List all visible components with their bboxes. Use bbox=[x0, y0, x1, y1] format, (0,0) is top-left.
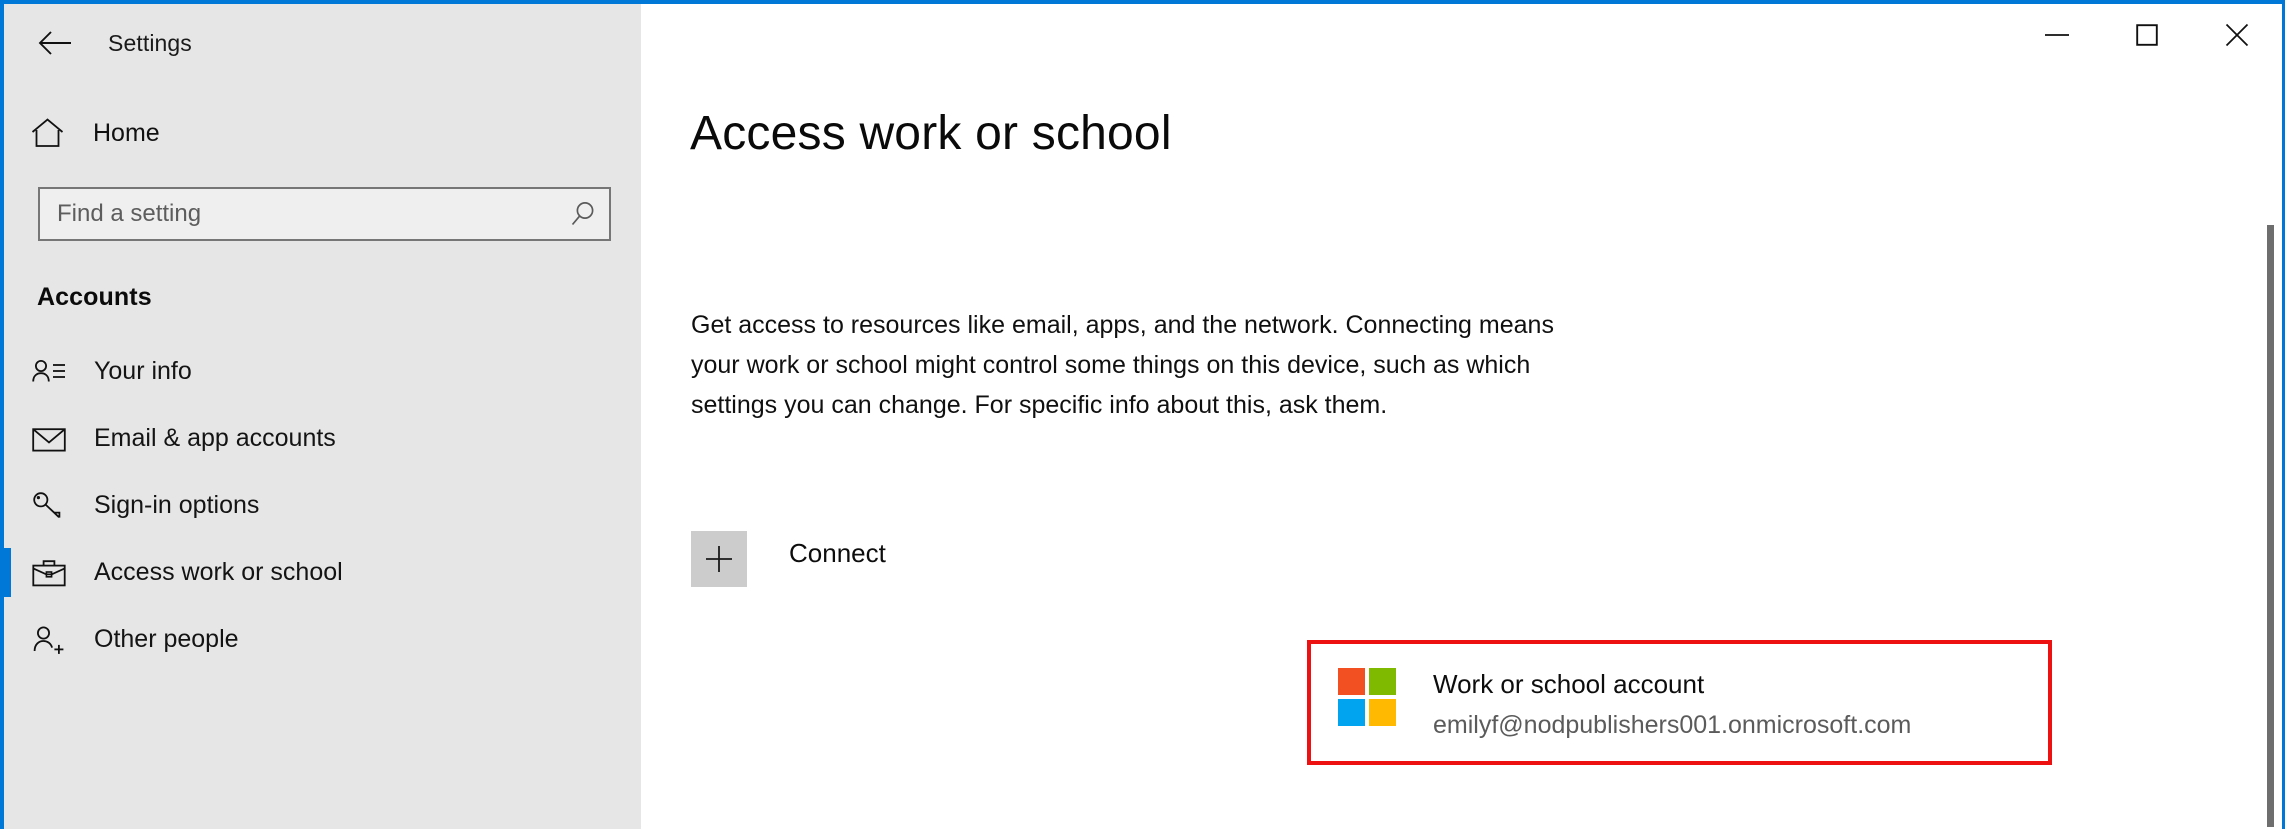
sidebar-item-your-info[interactable]: Your info bbox=[4, 338, 641, 405]
title-bar: Settings bbox=[4, 4, 641, 82]
close-icon bbox=[2225, 23, 2249, 47]
logo-square-red bbox=[1338, 668, 1365, 695]
sidebar-item-sign-in-options[interactable]: Sign-in options bbox=[4, 472, 641, 539]
person-add-icon bbox=[32, 625, 74, 655]
app-title: Settings bbox=[108, 29, 192, 56]
sidebar-nav-list: Your info Email & app accounts Sign-in o… bbox=[4, 338, 641, 673]
main-content: Access work or school Get access to reso… bbox=[641, 4, 2282, 829]
sidebar-item-home[interactable]: Home bbox=[4, 102, 641, 164]
account-card-inner: Work or school account emilyf@nodpublish… bbox=[1338, 668, 1911, 744]
sidebar-item-label: Your info bbox=[94, 357, 192, 385]
back-button[interactable] bbox=[22, 20, 88, 66]
sidebar: Settings Home Accounts bbox=[4, 4, 641, 829]
account-email: emilyf@nodpublishers001.onmicrosoft.com bbox=[1433, 711, 1912, 739]
account-name: Work or school account bbox=[1433, 669, 1705, 699]
home-icon bbox=[31, 118, 71, 148]
account-text-block: Work or school account emilyf@nodpublish… bbox=[1433, 665, 1911, 744]
logo-square-green bbox=[1369, 668, 1396, 695]
back-arrow-icon bbox=[38, 31, 71, 55]
minimize-icon bbox=[2045, 34, 2069, 36]
sidebar-section-header: Accounts bbox=[37, 283, 152, 311]
briefcase-icon bbox=[32, 559, 74, 587]
key-icon bbox=[32, 491, 74, 521]
page-title: Access work or school bbox=[690, 107, 1172, 160]
close-button[interactable] bbox=[2192, 4, 2282, 66]
sidebar-item-home-label: Home bbox=[93, 118, 160, 147]
sidebar-item-label: Sign-in options bbox=[94, 491, 260, 519]
sidebar-item-access-work-or-school[interactable]: Access work or school bbox=[4, 539, 641, 606]
search-icon[interactable] bbox=[557, 189, 609, 239]
sidebar-item-other-people[interactable]: Other people bbox=[4, 606, 641, 673]
scrollbar-thumb[interactable] bbox=[2267, 225, 2274, 827]
connect-button-label: Connect bbox=[789, 538, 886, 568]
user-info-icon bbox=[32, 359, 74, 385]
logo-square-yellow bbox=[1369, 699, 1396, 726]
sidebar-item-label: Access work or school bbox=[94, 558, 343, 586]
sidebar-item-label: Other people bbox=[94, 625, 239, 653]
sidebar-item-label: Email & app accounts bbox=[94, 424, 336, 452]
search-box[interactable] bbox=[38, 187, 611, 241]
envelope-icon bbox=[32, 426, 74, 452]
minimize-button[interactable] bbox=[2012, 4, 2102, 66]
window-controls bbox=[2012, 4, 2282, 66]
maximize-icon bbox=[2136, 24, 2158, 46]
search-input[interactable] bbox=[40, 189, 557, 239]
work-or-school-account-card[interactable]: Work or school account emilyf@nodpublish… bbox=[1307, 640, 2052, 765]
settings-window: Settings Home Accounts bbox=[0, 0, 2285, 829]
maximize-button[interactable] bbox=[2102, 4, 2192, 66]
sidebar-item-email-app-accounts[interactable]: Email & app accounts bbox=[4, 405, 641, 472]
intro-description: Get access to resources like email, apps… bbox=[691, 311, 1554, 419]
connect-button[interactable]: Connect bbox=[691, 531, 886, 587]
microsoft-logo-icon bbox=[1338, 668, 1396, 726]
plus-icon bbox=[691, 531, 747, 587]
logo-square-blue bbox=[1338, 699, 1365, 726]
